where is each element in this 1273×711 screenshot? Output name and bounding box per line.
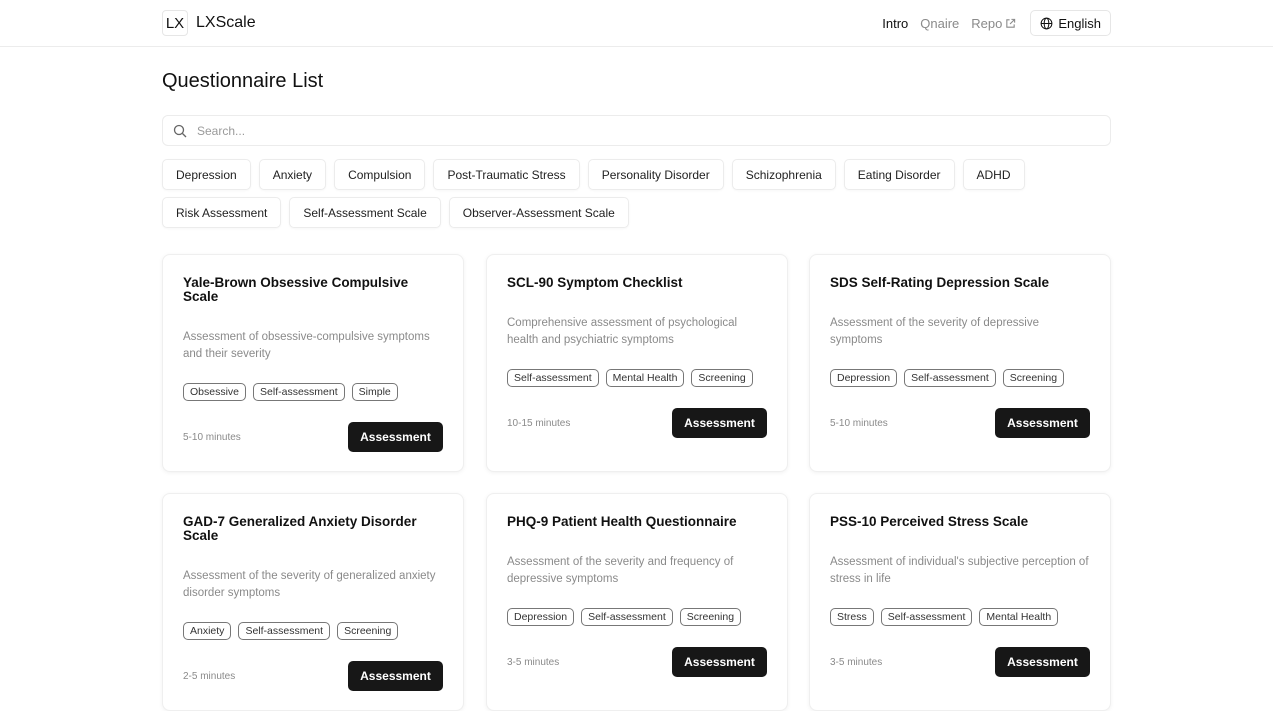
card-description: Assessment of the severity of generalize… xyxy=(183,570,436,599)
questionnaire-card[interactable]: SDS Self-Rating Depression Scale Assessme… xyxy=(809,254,1111,472)
tag-badge: Self-assessment xyxy=(507,369,599,387)
language-selector-button[interactable]: English xyxy=(1030,10,1111,36)
external-link-icon xyxy=(1006,18,1016,28)
card-description: Assessment of the severity of depressive… xyxy=(830,317,1040,346)
filter-chip[interactable]: Personality Disorder xyxy=(587,159,724,190)
tag-badge: Stress xyxy=(830,608,874,626)
logo-mark: LX xyxy=(162,10,188,36)
tag-badge: Mental Health xyxy=(979,608,1059,626)
questionnaire-card[interactable]: PHQ-9 Patient Health Questionnaire Assess… xyxy=(486,493,788,711)
card-description: Assessment of the severity and frequency… xyxy=(507,556,734,585)
tag-badge: Self-assessment xyxy=(581,608,673,626)
card-tags: Stress Self-assessment Mental Health xyxy=(830,608,1065,626)
top-nav: Intro Qnaire Repo English xyxy=(882,10,1111,36)
tag-badge: Self-assessment xyxy=(253,383,345,401)
nav-repo-link[interactable]: Repo xyxy=(971,16,1016,31)
card-duration: 2-5 minutes xyxy=(183,671,236,682)
assessment-button[interactable]: Assessment xyxy=(672,647,767,677)
assessment-button[interactable]: Assessment xyxy=(672,408,767,438)
card-description: Assessment of individual's subjective pe… xyxy=(830,556,1089,585)
filter-chip[interactable]: Depression xyxy=(162,159,251,190)
card-tags: Self-assessment Mental Health Screening xyxy=(507,369,760,387)
questionnaire-card[interactable]: GAD-7 Generalized Anxiety Disorder Scale… xyxy=(162,493,464,711)
tag-badge: Screening xyxy=(691,369,753,387)
page-title: Questionnaire List xyxy=(162,70,324,92)
tag-badge: Screening xyxy=(337,622,399,640)
nav-intro-link[interactable]: Intro xyxy=(882,16,908,31)
filter-chip[interactable]: Observer-Assessment Scale xyxy=(448,197,629,228)
card-tags: Obsessive Self-assessment Simple xyxy=(183,383,405,401)
card-tags: Anxiety Self-assessment Screening xyxy=(183,622,405,640)
card-title: Yale-Brown Obsessive Compulsive Scale xyxy=(183,275,409,304)
nav-repo-label: Repo xyxy=(971,15,1003,31)
filter-row: Depression Anxiety Compulsion Post-Traumati… xyxy=(162,159,1111,190)
assessment-button[interactable]: Assessment xyxy=(348,661,443,691)
filter-chip[interactable]: Compulsion xyxy=(334,159,426,190)
card-duration: 3-5 minutes xyxy=(507,657,560,668)
top-header: LX LXScale Intro Qnaire Repo English xyxy=(0,0,1273,47)
tag-badge: Self-assessment xyxy=(904,369,996,387)
brand-name: LXScale xyxy=(196,14,256,31)
category-filters: Depression Anxiety Compulsion Post-Traumati… xyxy=(162,159,1111,235)
card-duration: 5-10 minutes xyxy=(830,418,888,429)
card-duration: 3-5 minutes xyxy=(830,657,883,668)
tag-badge: Self-assessment xyxy=(880,608,973,626)
card-title: SDS Self-Rating Depression Scale xyxy=(830,275,1050,290)
filter-chip[interactable]: Self-Assessment Scale xyxy=(289,197,441,228)
card-tags: Depression Self-assessment Screening xyxy=(507,608,748,626)
filter-chip[interactable]: Eating Disorder xyxy=(843,159,955,190)
language-label: English xyxy=(1058,15,1101,31)
filter-chip[interactable]: Risk Assessment xyxy=(162,197,282,228)
search-icon xyxy=(173,124,187,137)
assessment-button[interactable]: Assessment xyxy=(995,408,1090,438)
card-description: Assessment of obsessive-compulsive sympt… xyxy=(183,331,430,360)
card-duration: 10-15 minutes xyxy=(507,418,571,429)
globe-icon xyxy=(1040,17,1053,29)
card-tags: Depression Self-assessment Screening xyxy=(830,369,1071,387)
tag-badge: Depression xyxy=(507,608,575,626)
card-duration: 5-10 minutes xyxy=(183,432,241,443)
tag-badge: Depression xyxy=(830,369,898,387)
tag-badge: Self-assessment xyxy=(238,622,331,640)
search-input[interactable] xyxy=(197,123,1077,138)
search-box[interactable] xyxy=(162,115,1111,146)
assessment-button[interactable]: Assessment xyxy=(348,422,443,452)
questionnaire-card[interactable]: SCL-90 Symptom Checklist Comprehensive as… xyxy=(486,254,788,472)
filter-chip[interactable]: Anxiety xyxy=(258,159,327,190)
card-title: SCL-90 Symptom Checklist xyxy=(507,275,683,290)
tag-badge: Obsessive xyxy=(183,383,247,401)
tag-badge: Simple xyxy=(351,383,398,401)
assessment-button[interactable]: Assessment xyxy=(995,647,1090,677)
tag-badge: Anxiety xyxy=(183,622,232,640)
filter-chip[interactable]: ADHD xyxy=(962,159,1025,190)
card-title: PSS-10 Perceived Stress Scale xyxy=(830,514,1029,529)
tag-badge: Screening xyxy=(679,608,742,626)
questionnaire-card[interactable]: PSS-10 Perceived Stress Scale Assessment … xyxy=(809,493,1111,711)
tag-badge: Screening xyxy=(1002,369,1065,387)
card-title: PHQ-9 Patient Health Questionnaire xyxy=(507,514,737,529)
card-title: GAD-7 Generalized Anxiety Disorder Scale xyxy=(183,514,417,543)
card-description: Comprehensive assessment of psychologica… xyxy=(507,317,738,346)
filter-chip[interactable]: Post-Traumatic Stress xyxy=(433,159,580,190)
filter-row: Risk Assessment Self-Assessment Scale Obse… xyxy=(162,197,1111,228)
brand-logo[interactable]: LX LXScale xyxy=(162,10,256,36)
filter-chip[interactable]: Schizophrenia xyxy=(731,159,836,190)
tag-badge: Mental Health xyxy=(605,369,685,387)
questionnaire-card[interactable]: Yale-Brown Obsessive Compulsive Scale Ass… xyxy=(162,254,464,472)
nav-qnaire-link[interactable]: Qnaire xyxy=(920,16,959,31)
